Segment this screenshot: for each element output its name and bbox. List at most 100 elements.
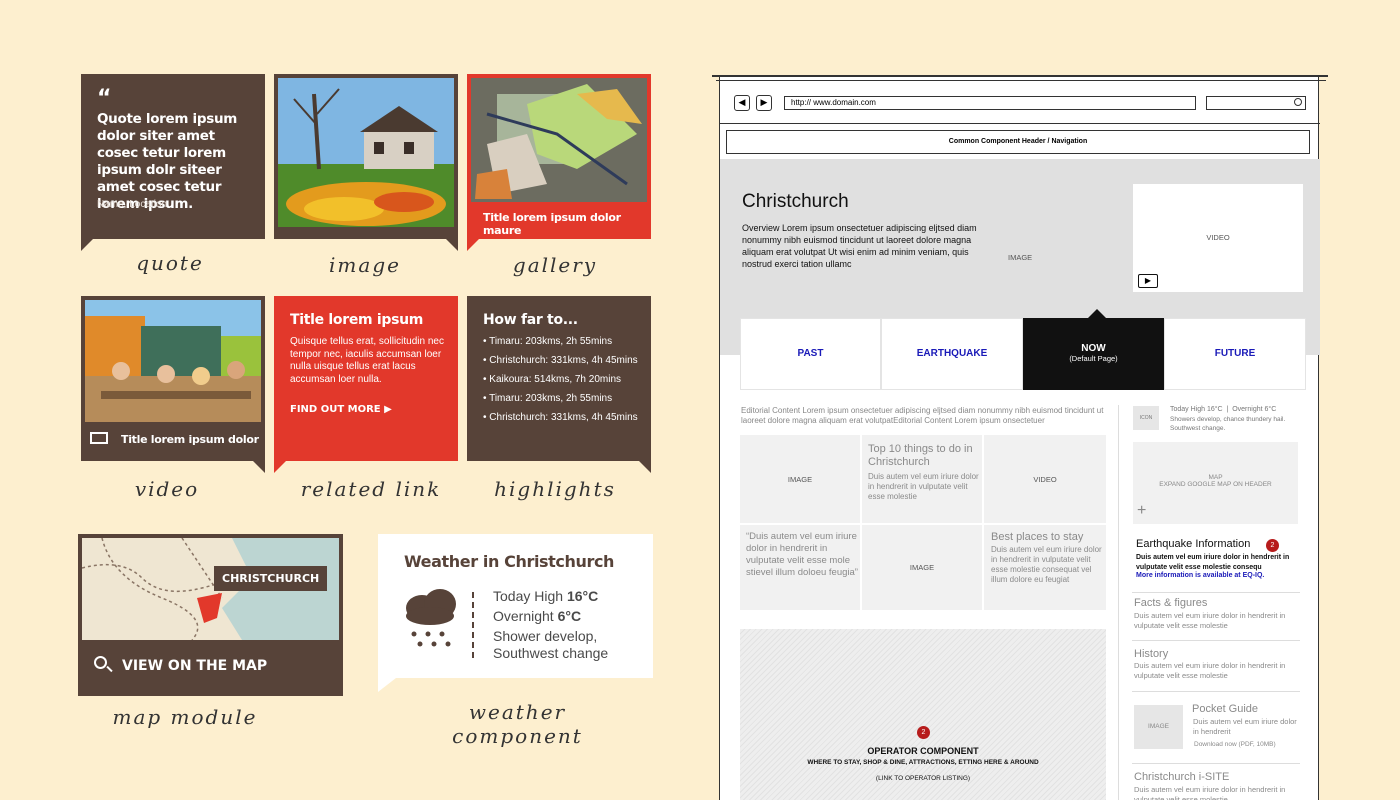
tab-future[interactable]: FUTURE [1164, 318, 1306, 390]
hero-image-label: IMAGE [1008, 253, 1033, 262]
grid-image-1[interactable]: IMAGE [740, 435, 860, 523]
header-nav-label: Common Component Header / Navigation [948, 138, 1088, 145]
map-area[interactable]: CHRISTCHURCH [82, 538, 339, 640]
grid-top10[interactable]: Top 10 things to do in Christchurch Duis… [862, 435, 982, 523]
weather-icon-label: ICON [1139, 415, 1153, 421]
tab-now-pointer [1088, 309, 1106, 318]
hero-video-label: VIDEO [1206, 233, 1230, 242]
earthquake-info-body: Duis autem vel eum iriure dolor in hendr… [1136, 554, 1290, 571]
cafe-photo [85, 300, 261, 422]
film-icon [90, 432, 108, 444]
sidebar-rule [1132, 763, 1300, 764]
tab-past[interactable]: PAST [740, 318, 881, 390]
tab-past-label: PAST [797, 348, 824, 359]
search-icon [94, 656, 107, 669]
sidebar-map-sub: EXPAND GOOGLE MAP ON HEADER [1159, 481, 1272, 488]
tab-earthquake-label: EARTHQUAKE [916, 348, 988, 359]
tab-earthquake[interactable]: EARTHQUAKE [881, 318, 1023, 390]
speech-tail [639, 461, 651, 473]
related-link-component[interactable]: Title lorem ipsum Quisque tellus erat, s… [274, 296, 458, 473]
header-navigation[interactable]: Common Component Header / Navigation [726, 130, 1310, 154]
rain-cloud-icon [406, 589, 456, 647]
find-out-more-link[interactable]: FIND OUT MORE ▶ [290, 404, 392, 415]
pocket-image-label: IMAGE [1148, 723, 1169, 730]
gallery-title: Title lorem ipsum dolor maure [483, 211, 621, 237]
page-wireframe: ◀ ▶ http:// www.domain.com Common Compon… [712, 75, 1328, 800]
gallery-component[interactable]: Title lorem ipsum dolor maure [467, 74, 651, 251]
quote-mark: “ [97, 86, 112, 111]
search-icon [1294, 98, 1302, 106]
video-card[interactable]: Title lorem ipsum dolor [81, 296, 265, 461]
speech-tail [274, 461, 286, 473]
top-rule [712, 75, 1328, 77]
highlight-item: • Timaru: 203kms, 2h 55mins [483, 393, 613, 404]
operator-subtitle: WHERE TO STAY, SHOP & DINE, ATTRACTIONS,… [807, 759, 1039, 766]
operator-link[interactable]: (LINK TO OPERATOR LISTING) [740, 775, 1106, 782]
weather-desc-1: Shower develop, [493, 628, 598, 644]
sidebar-weather-text: Today High 16°C | Overnight 6°C [1170, 406, 1277, 413]
hero-overview: Overview Lorem ipsum onsectetuer adipisc… [742, 223, 977, 269]
image-card [274, 74, 458, 239]
caption-video: video [134, 477, 200, 501]
pocket-guide-image: IMAGE [1134, 705, 1183, 749]
operator-component[interactable]: 2 OPERATOR COMPONENT WHERE TO STAY, SHOP… [740, 629, 1106, 800]
grid-top10-body: Duis autem vel eum iriure dolor in hendr… [868, 472, 979, 501]
caption-gallery: gallery [512, 253, 598, 277]
forward-icon[interactable]: ▶ [756, 95, 772, 111]
expand-plus-icon[interactable]: + [1137, 502, 1146, 520]
grid-top10-title: Top 10 things to do in Christchurch [868, 443, 973, 468]
hero-video[interactable]: VIDEO ▶ [1133, 184, 1303, 292]
grid-video[interactable]: VIDEO [984, 435, 1106, 523]
sidebar-weather-icon: ICON [1133, 406, 1159, 430]
quote-text: Quote lorem ipsum dolor siter amet cosec… [97, 111, 238, 212]
grid-image-label: IMAGE [787, 475, 813, 484]
highlight-item: • Kaikoura: 514kms, 7h 20mins [483, 374, 622, 385]
weather-divider [472, 592, 474, 658]
video-component[interactable]: Title lorem ipsum dolor [81, 296, 265, 473]
caption-related-link: related link [300, 477, 442, 501]
play-icon[interactable]: ▶ [1138, 274, 1158, 288]
sidebar-rule [1132, 640, 1300, 641]
grid-image-2[interactable]: IMAGE [862, 525, 982, 610]
related-link-title: Title lorem ipsum [290, 312, 424, 328]
grid-quote: “Duis autem vel eum iriure dolor in hend… [740, 525, 860, 610]
highlight-item: • Christchurch: 331kms, 4h 45mins [483, 412, 638, 423]
map-module[interactable]: CHRISTCHURCH VIEW ON THE MAP [78, 534, 343, 696]
weather-high-label: Today High [493, 588, 567, 604]
pocket-guide-download[interactable]: Download now (PDF, 10MB) [1194, 741, 1276, 748]
view-on-map-link[interactable]: VIEW ON THE MAP [122, 658, 267, 674]
toolbar-rule [720, 123, 1320, 124]
facts-title[interactable]: Facts & figures [1134, 597, 1207, 609]
related-link-card[interactable]: Title lorem ipsum Quisque tellus erat, s… [274, 296, 458, 461]
tab-now-label: NOW [1081, 343, 1106, 354]
browser-search-input[interactable] [1206, 96, 1306, 110]
operator-badge: 2 [917, 726, 930, 739]
pocket-guide-title[interactable]: Pocket Guide [1192, 703, 1258, 715]
weather-overnight-label: Overnight [493, 608, 558, 624]
tab-future-label: FUTURE [1214, 348, 1256, 359]
earthquake-info-link[interactable]: More information is available at EQ-IQ. [1136, 572, 1264, 579]
caption-map-module: map module [112, 705, 258, 729]
grid-image-label: IMAGE [909, 563, 935, 572]
grid-best-places[interactable]: Best places to stay Duis autem vel eum i… [984, 525, 1106, 610]
caption-weather: weather component [452, 700, 583, 748]
sidebar-map[interactable]: MAP EXPAND GOOGLE MAP ON HEADER + [1133, 442, 1298, 524]
page-title: Christchurch [742, 191, 849, 212]
pocket-guide-body: Duis autem vel eum iriure dolor in hendr… [1193, 717, 1297, 736]
url-bar[interactable]: http:// www.domain.com [784, 96, 1196, 110]
highlights-card: How far to... • Timaru: 203kms, 2h 55min… [467, 296, 651, 461]
speech-tail [81, 239, 93, 251]
history-title[interactable]: History [1134, 648, 1168, 660]
speech-tail [467, 239, 479, 251]
park-photo [278, 78, 454, 227]
gallery-card[interactable]: Title lorem ipsum dolor maure [467, 74, 651, 239]
isite-body: Duis autem vel eum iriure dolor in hendr… [1134, 785, 1286, 800]
tab-now[interactable]: NOW (Default Page) [1023, 318, 1164, 390]
operator-title: OPERATOR COMPONENT [867, 746, 979, 756]
browser-rule [716, 80, 1326, 81]
isite-title[interactable]: Christchurch i-SITE [1134, 771, 1229, 783]
speech-tail [253, 461, 265, 473]
back-icon[interactable]: ◀ [734, 95, 750, 111]
grid-quote-text: “Duis autem vel eum iriure dolor in hend… [746, 531, 858, 578]
weather-details: Today High 16°C Overnight 6°C Shower dev… [493, 586, 608, 660]
